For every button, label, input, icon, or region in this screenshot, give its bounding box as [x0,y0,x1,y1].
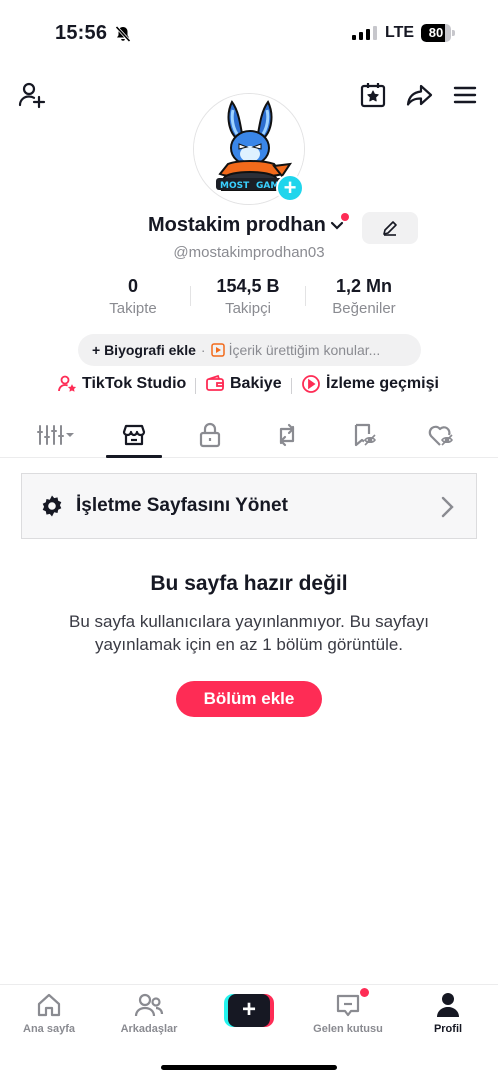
profile-avatar[interactable]: MOST GAME + [193,93,305,205]
link-divider [195,378,196,394]
signal-icon [352,26,377,40]
home-indicator [161,1065,337,1070]
pencil-icon [383,221,397,236]
empty-state-description: Bu sayfa kullanıcılara yayınlanmıyor. Bu… [68,612,429,654]
menu-icon[interactable] [450,80,480,110]
inbox-notification-dot [360,988,369,997]
chevron-down-icon[interactable] [330,218,344,236]
chevron-right-icon [440,496,454,523]
stat-label: Takipçi [225,300,271,317]
quick-links: TikTok Studio Bakiye İzleme geçmişi [0,374,498,398]
stat-divider [305,286,306,306]
status-bar: 15:56 LTE 80 [0,0,498,64]
stat-followers[interactable]: 154,5 B Takipçi [198,276,298,317]
gear-icon [40,494,64,518]
repost-icon[interactable] [257,414,317,456]
link-label: Bakiye [230,375,282,392]
manage-business-page-button[interactable]: İşletme Sayfasını Yönet [21,473,477,539]
network-type: LTE [385,24,415,41]
nav-label: Gelen kutusu [313,1023,383,1035]
play-circle-icon [302,375,320,393]
watch-history-link[interactable]: İzleme geçmişi [301,374,439,394]
add-bio-button[interactable]: + Biyografi ekle [92,342,196,358]
stat-likes[interactable]: 1,2 Mn Beğeniler [314,276,414,317]
bookmark-hidden-icon[interactable] [334,414,394,456]
stat-label: Takipte [109,300,157,317]
link-label: TikTok Studio [82,375,187,392]
tiktok-studio-link[interactable]: TikTok Studio [57,374,186,394]
nav-label: Profil [433,1023,463,1035]
nav-home[interactable]: Ana sayfa [4,991,94,1035]
profile-tabs [0,414,498,458]
nav-profile[interactable]: Profil [403,991,493,1035]
grid-filter-icon[interactable] [26,414,86,456]
active-tab-indicator [106,455,162,458]
stat-value: 0 [127,276,138,296]
nav-inbox[interactable]: Gelen kutusu [303,991,393,1035]
status-time: 15:56 [55,22,108,44]
create-plus-icon[interactable]: + [224,994,274,1027]
topics-play-icon [210,343,225,357]
balance-link[interactable]: Bakiye [205,374,282,394]
stat-following[interactable]: 0 Takipte [83,276,183,317]
profile-stats: 0 Takipte 154,5 B Takipçi 1,2 Mn Beğenil… [0,276,498,320]
manage-business-label: İşletme Sayfasını Yönet [76,495,288,516]
person-star-icon [58,375,77,392]
inbox-icon [336,994,360,1017]
shop-icon[interactable] [104,414,164,456]
battery-icon: 80 [421,24,455,42]
nav-label: Arkadaşlar [120,1023,178,1035]
add-avatar-plus-icon[interactable]: + [276,174,304,202]
username: @mostakimprodhan03 [173,244,325,261]
calendar-star-icon[interactable] [358,80,388,110]
notification-dot [341,213,349,221]
nav-friends[interactable]: Arkadaşlar [104,991,194,1035]
bio-pill[interactable]: + Biyografi ekle · İçerik ürettiğim konu… [78,334,421,366]
liked-hidden-icon[interactable] [411,414,471,456]
profile-name-row[interactable]: Mostakim prodhan [148,214,344,237]
share-icon[interactable] [404,80,434,110]
add-section-button[interactable]: Bölüm ekle [176,681,322,717]
wallet-icon [206,374,224,391]
stat-divider [190,286,191,306]
edit-profile-button[interactable] [362,212,418,244]
bell-off-icon [114,25,132,48]
stat-value: 154,5 B [216,276,280,296]
display-name: Mostakim prodhan [148,214,326,236]
bio-separator: · [200,342,206,358]
add-friend-icon[interactable] [17,80,47,110]
friends-icon [134,993,164,1017]
content-topics-link[interactable]: İçerik ürettiğim konular... [229,342,381,358]
nav-label: Ana sayfa [23,1023,75,1035]
lock-icon[interactable] [180,414,240,456]
link-divider [291,378,292,394]
home-icon [37,993,61,1017]
battery-level: 80 [428,25,444,40]
stat-label: Beğeniler [332,300,396,317]
profile-icon [437,993,459,1017]
empty-state-title: Bu sayfa hazır değil [150,572,348,595]
link-label: İzleme geçmişi [326,375,439,392]
stat-value: 1,2 Mn [335,276,392,296]
svg-text:MOST: MOST [220,181,250,191]
